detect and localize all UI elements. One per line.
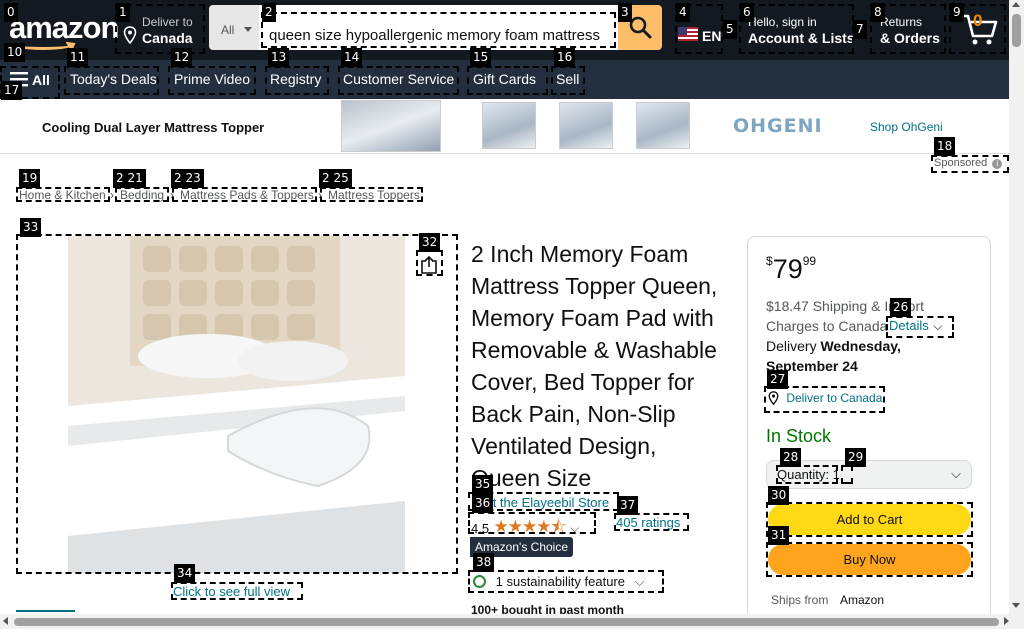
annotation-box bbox=[265, 66, 329, 95]
annotation-box bbox=[468, 570, 664, 593]
horizontal-scrollbar[interactable] bbox=[0, 614, 1024, 629]
annotation-tag: 31 bbox=[768, 526, 790, 545]
scroll-up-arrow-icon[interactable] bbox=[1012, 2, 1020, 7]
brand-logo[interactable]: OHGENI bbox=[733, 115, 823, 137]
annotation-box bbox=[551, 66, 585, 95]
banner-hero-image[interactable] bbox=[341, 100, 441, 152]
annotation-box bbox=[766, 542, 973, 577]
shop-brand-link[interactable]: Shop OhGeni bbox=[870, 120, 943, 134]
annotation-tag: 5 bbox=[723, 20, 737, 39]
annotation-tag: 19 bbox=[19, 169, 41, 188]
scroll-down-arrow-icon[interactable] bbox=[1012, 603, 1020, 608]
banner-thumb-3[interactable] bbox=[636, 102, 690, 149]
annotation-tag: 27 bbox=[767, 370, 789, 389]
breadcrumb-separator: › bbox=[110, 188, 114, 202]
annotation-box bbox=[468, 512, 596, 534]
annotation-box bbox=[416, 250, 443, 276]
annotation-box bbox=[467, 66, 548, 95]
annotation-box bbox=[16, 234, 458, 574]
banner-title[interactable]: Cooling Dual Layer Mattress Topper bbox=[42, 120, 264, 135]
banner-thumb-1[interactable] bbox=[482, 102, 536, 149]
annotation-tag: 13 bbox=[268, 48, 290, 67]
search-category-select[interactable]: All bbox=[209, 5, 259, 50]
annotation-tag: 1 bbox=[116, 3, 130, 22]
chevron-down-icon: ⌵ bbox=[951, 466, 961, 481]
chevron-down-icon bbox=[244, 27, 252, 32]
annotation-box bbox=[614, 513, 689, 531]
annotation-box bbox=[766, 502, 973, 537]
annotation-tag: 12 bbox=[171, 48, 193, 67]
annotation-tag: 4 bbox=[676, 3, 690, 22]
price-symbol: $ bbox=[766, 254, 773, 268]
annotation-box bbox=[931, 155, 1009, 173]
annotation-tag: 11 bbox=[67, 48, 89, 67]
vertical-scrollbar[interactable] bbox=[1009, 0, 1024, 614]
annotation-box bbox=[115, 187, 169, 202]
annotation-box bbox=[764, 386, 885, 413]
stock-status: In Stock bbox=[766, 426, 832, 446]
annotation-tag: 2 bbox=[262, 3, 276, 22]
annotation-tag: 32 bbox=[419, 233, 441, 252]
annotation-tag: 15 bbox=[470, 48, 492, 67]
annotation-tag: 28 bbox=[780, 448, 802, 467]
page: amazon Deliver to Canada All EN Hello, s… bbox=[0, 0, 1024, 629]
annotation-box bbox=[886, 316, 954, 338]
annotation-tag: 2 23 bbox=[171, 169, 204, 188]
annotation-box bbox=[168, 66, 256, 95]
vertical-scroll-thumb[interactable] bbox=[1012, 14, 1021, 47]
delivery-info: Delivery Wednesday, September 24 bbox=[766, 336, 936, 376]
scroll-right-arrow-icon[interactable] bbox=[1004, 617, 1009, 625]
annotation-tag: 30 bbox=[768, 486, 790, 505]
annotation-tag: 26 bbox=[890, 298, 912, 317]
annotation-tag: 29 bbox=[845, 448, 867, 467]
annotation-tag: 2 25 bbox=[319, 169, 352, 188]
annotation-box bbox=[16, 187, 110, 202]
annotation-tag: 35 bbox=[472, 475, 494, 494]
price: $7999 bbox=[766, 254, 816, 285]
horizontal-scroll-thumb[interactable] bbox=[14, 618, 999, 626]
annotation-box bbox=[64, 66, 159, 95]
annotation-tag: 17 bbox=[1, 81, 23, 100]
annotation-box bbox=[338, 66, 459, 95]
annotation-box bbox=[841, 465, 853, 484]
annotation-tag: 38 bbox=[473, 553, 495, 572]
annotation-tag: 7 bbox=[853, 20, 867, 39]
search-category-label: All bbox=[221, 23, 235, 37]
delivery-prefix: Delivery bbox=[766, 338, 817, 354]
annotation-box bbox=[261, 12, 616, 48]
ships-from-label: Ships from bbox=[771, 593, 829, 607]
price-whole: 79 bbox=[772, 254, 803, 284]
annotation-tag: 0 bbox=[4, 3, 18, 22]
annotation-tag: 14 bbox=[341, 48, 363, 67]
annotation-tag: 9 bbox=[950, 3, 964, 22]
price-fraction: 99 bbox=[802, 254, 817, 268]
annotation-tag: 10 bbox=[4, 43, 26, 62]
annotation-tag: 33 bbox=[20, 218, 42, 237]
annotation-box bbox=[776, 465, 838, 484]
annotation-tag: 18 bbox=[934, 137, 956, 156]
banner-thumb-2[interactable] bbox=[559, 102, 613, 149]
amazons-choice-label: Amazon's Choice bbox=[475, 540, 568, 554]
ships-from-value: Amazon bbox=[840, 593, 885, 607]
product-title: 2 Inch Memory Foam Mattress Topper Queen… bbox=[471, 241, 718, 491]
annotation-tag: 16 bbox=[554, 48, 576, 67]
annotation-box bbox=[320, 187, 423, 202]
annotation-box bbox=[739, 4, 854, 54]
scroll-left-arrow-icon[interactable] bbox=[3, 617, 8, 625]
annotation-tag: 34 bbox=[174, 564, 196, 583]
annotation-box bbox=[172, 187, 317, 202]
annotation-tag: 3 bbox=[618, 3, 632, 22]
annotation-tag: 37 bbox=[617, 496, 639, 515]
annotation-box bbox=[171, 582, 303, 600]
annotation-tag: 36 bbox=[472, 494, 494, 513]
annotation-tag: 2 21 bbox=[113, 169, 146, 188]
annotation-tag: 8 bbox=[871, 3, 885, 22]
annotation-tag: 6 bbox=[740, 3, 754, 22]
